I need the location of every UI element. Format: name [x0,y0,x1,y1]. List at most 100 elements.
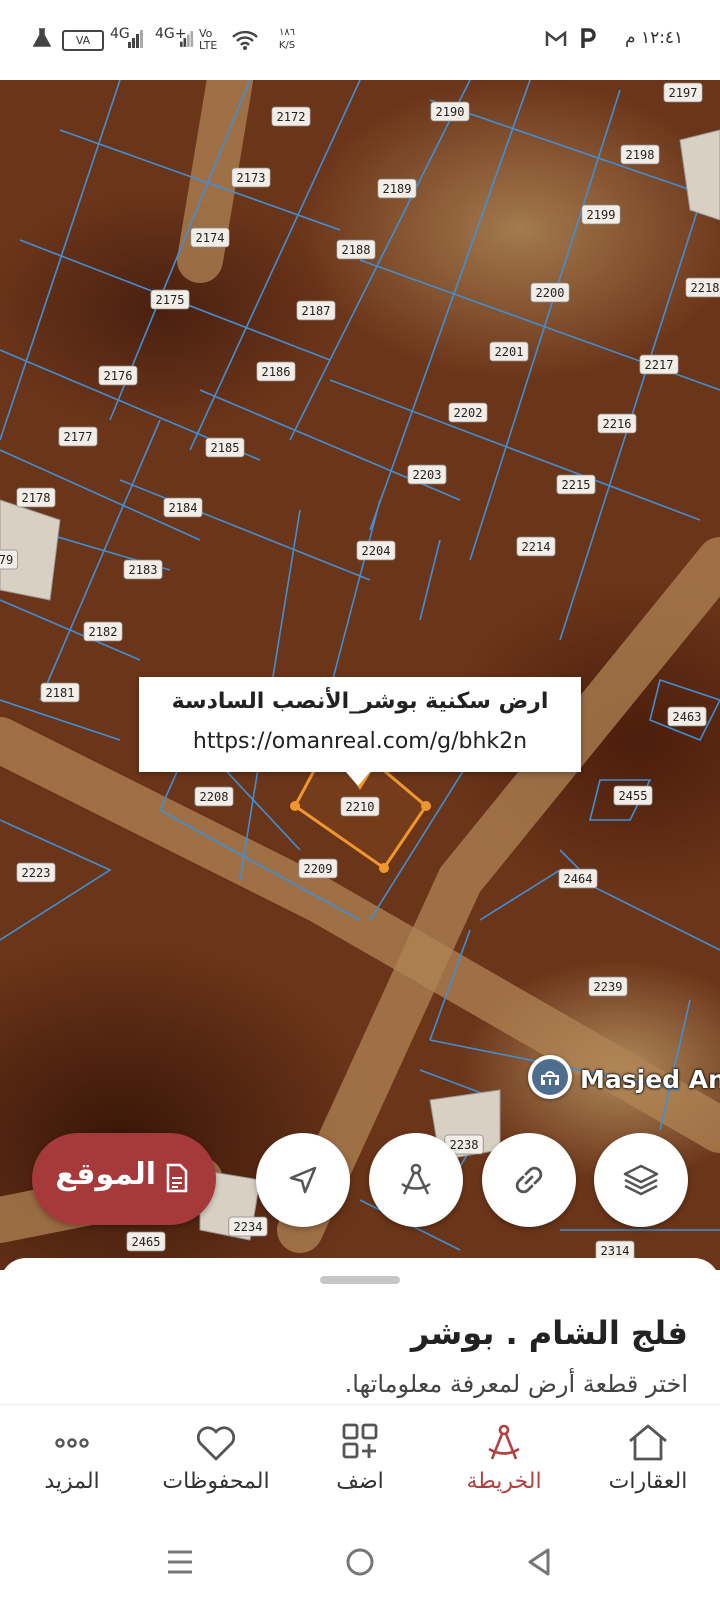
plot-label[interactable]: 2200 [530,282,570,303]
plot-label[interactable]: 2188 [336,239,376,260]
battery-text: VA [75,34,91,47]
plot-label[interactable]: 2209 [298,858,338,879]
svg-text:2215: 2215 [562,478,591,492]
compass-draw-icon [401,1163,431,1195]
area-subtitle: اختر قطعة أرض لمعرفة معلوماتها. [344,1370,688,1398]
plot-label[interactable]: 2465 [126,1231,166,1252]
svg-text:2181: 2181 [46,686,75,700]
layers-button[interactable] [594,1133,688,1227]
system-navigation-bar [0,1514,720,1612]
selected-plot-vertex[interactable] [290,801,300,811]
plot-label[interactable]: 2175 [150,289,190,310]
plot-label[interactable]: 2187 [296,300,336,321]
plot-label[interactable]: 2234 [228,1216,268,1237]
svg-text:2239: 2239 [594,980,623,994]
plot-label[interactable]: 2189 [377,178,417,199]
plot-label[interactable]: 2455 [613,785,653,806]
svg-text:2200: 2200 [536,286,565,300]
heart-icon [196,1426,236,1461]
location-button[interactable]: الموقع [32,1133,216,1225]
plot-label[interactable]: 79 [0,549,18,570]
add-grid-icon [342,1423,378,1459]
plot-label[interactable]: 2177 [58,426,98,447]
plot-label[interactable]: 2199 [581,204,621,225]
plot-label[interactable]: 2174 [190,227,230,248]
plot-label[interactable]: 2202 [448,402,488,423]
lab-flask-icon [33,28,51,47]
gmail-icon [545,31,567,46]
recent-apps-icon[interactable] [160,1542,200,1582]
plot-boundary-13 [369,80,531,531]
plot-label[interactable]: 2208 [194,786,234,807]
selected-plot-vertex[interactable] [379,863,389,873]
plot-label[interactable]: 2178 [16,487,56,508]
document-icon [166,1163,188,1193]
plot-label[interactable]: 2464 [558,868,598,889]
location-button-label: الموقع [55,1157,156,1192]
popup-url[interactable]: https://omanreal.com/g/bhk2n [139,729,581,754]
nav-properties[interactable]: العقارات [576,1405,720,1515]
home-icon [629,1424,667,1461]
plot-label[interactable]: 2223 [16,862,56,883]
plot-label[interactable]: 2218 [685,277,720,298]
plot-label[interactable]: 2172 [271,106,311,127]
poi-label[interactable]: Masjed Ans [580,1065,720,1094]
plot-boundary-3 [289,80,471,441]
satellite-map[interactable]: 2172 2173 2174 2175 2176 2177 2178 79 2190 2189 21… [0,80,720,1270]
link-icon [515,1166,543,1194]
building-right [679,129,720,221]
road-1 [277,537,720,1253]
plot-label[interactable]: 2182 [83,621,123,642]
nav-add[interactable]: اضف [288,1405,432,1515]
plot-label[interactable]: 2201 [489,341,529,362]
mosque-poi-icon[interactable] [528,1055,572,1099]
back-icon[interactable] [520,1542,560,1582]
svg-text:2183: 2183 [129,563,158,577]
plot-label[interactable]: 2190 [430,101,470,122]
plot-label[interactable]: 2204 [356,540,396,561]
plot-label[interactable]: 2239 [588,976,628,997]
svg-text:2173: 2173 [237,171,266,185]
plot-label[interactable]: 2176 [98,365,138,386]
svg-text:2185: 2185 [211,441,240,455]
svg-text:2209: 2209 [304,862,333,876]
share-link-button[interactable] [482,1133,576,1227]
nav-saved[interactable]: المحفوظات [144,1405,288,1515]
plot-label[interactable]: 2215 [556,474,596,495]
svg-text:2201: 2201 [495,345,524,359]
battery-icon: VA [62,30,104,51]
selected-plot-vertex[interactable] [421,801,431,811]
plot-label[interactable]: 2463 [667,706,707,727]
area-title: فلج الشام . بوشر [410,1314,688,1352]
plot-label[interactable]: 2183 [123,559,163,580]
svg-text:2465: 2465 [132,1235,161,1249]
bottom-navigation: المزيد المحفوظات اضف الخريطة العقارات [0,1404,720,1515]
nav-more[interactable]: المزيد [0,1405,144,1515]
plot-label[interactable]: 2216 [597,413,637,434]
svg-text:2184: 2184 [169,501,198,515]
plot-label[interactable]: 2185 [205,437,245,458]
plot-label[interactable]: 2214 [516,536,556,557]
plot-label[interactable]: 2184 [163,497,203,518]
nav-map[interactable]: الخريطة [432,1405,576,1515]
plot-label[interactable]: 2186 [256,361,296,382]
svg-text:2234: 2234 [234,1220,263,1234]
svg-text:2208: 2208 [200,790,229,804]
svg-text:2223: 2223 [22,866,51,880]
plot-label[interactable]: 2210 [340,796,380,817]
navigate-button[interactable] [256,1133,350,1227]
plot-info-popup[interactable]: ارض سكنية بوشر_الأنصب السادسة https://om… [139,677,581,772]
sheet-drag-handle[interactable] [320,1276,400,1284]
home-circle-icon[interactable] [340,1542,380,1582]
measure-button[interactable] [369,1133,463,1227]
plot-label[interactable]: 2203 [407,464,447,485]
plot-label[interactable]: 2217 [639,354,679,375]
plot-label[interactable]: 2198 [620,144,660,165]
plot-label[interactable]: 2181 [40,682,80,703]
bottom-sheet[interactable]: فلج الشام . بوشر اختر قطعة أرض لمعرفة مع… [0,1258,720,1418]
svg-text:2198: 2198 [626,148,655,162]
plot-label[interactable]: 2173 [231,167,271,188]
layers-icon [623,1164,659,1196]
svg-text:2177: 2177 [64,430,93,444]
plot-label[interactable]: 2197 [663,82,703,103]
